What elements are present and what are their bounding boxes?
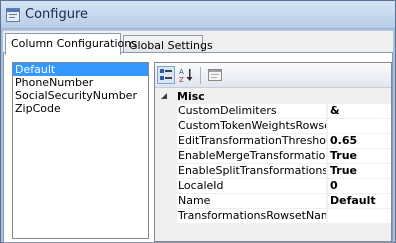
list-item[interactable]: PhoneNumber (13, 76, 148, 89)
property-name[interactable]: EditTransformationThreshold (177, 134, 327, 149)
property-value[interactable]: Default (328, 194, 391, 209)
property-pages-button[interactable] (206, 66, 224, 84)
property-row[interactable]: LocaleId 0 (155, 179, 391, 194)
alphabetical-icon: A Z (179, 68, 193, 83)
property-row-margin (155, 149, 173, 164)
property-name[interactable]: TransformationsRowsetName (177, 209, 327, 224)
property-value[interactable]: & (328, 104, 391, 119)
property-value[interactable] (328, 209, 391, 224)
property-name[interactable]: CustomDelimiters (177, 104, 327, 119)
property-row[interactable]: EditTransformationThreshold 0.65 (155, 134, 391, 149)
property-row-margin (155, 119, 173, 134)
app-window-icon (6, 8, 20, 22)
list-item[interactable]: ZipCode (13, 102, 148, 115)
property-row[interactable]: EnableSplitTransformations True (155, 164, 391, 179)
property-value[interactable]: 0.65 (328, 134, 391, 149)
property-value[interactable]: True (328, 149, 391, 164)
svg-text:A: A (179, 68, 184, 76)
property-grid-body: Misc CustomDelimiters & CustomTokenWeigh… (155, 89, 391, 241)
property-grid: A Z Misc CustomDelimiters & CustomTokenW… (154, 62, 392, 242)
property-row-margin (155, 194, 173, 209)
property-name[interactable]: CustomTokenWeightsRowsetNam (177, 119, 327, 134)
property-grid-toolbar: A Z (155, 63, 391, 88)
list-item[interactable]: SocialSecurityNumber (13, 89, 148, 102)
configure-window: Configure Column Configurations Global S… (0, 0, 396, 243)
property-row-margin (155, 104, 173, 119)
client-area: Column Configurations Global Settings De… (3, 30, 393, 243)
property-row[interactable]: TransformationsRowsetName (155, 209, 391, 224)
property-row-margin (155, 134, 173, 149)
property-row[interactable]: CustomTokenWeightsRowsetNam (155, 119, 391, 134)
property-name[interactable]: EnableMergeTransformations (177, 149, 327, 164)
property-grid-filler (155, 239, 391, 241)
tab-strip: Column Configurations Global Settings (3, 33, 393, 55)
categorized-icon (160, 69, 172, 80)
property-name[interactable]: LocaleId (177, 179, 327, 194)
svg-text:Z: Z (179, 76, 184, 83)
property-row[interactable]: Name Default (155, 194, 391, 209)
alphabetical-button[interactable]: A Z (178, 66, 196, 84)
property-row[interactable]: EnableMergeTransformations True (155, 149, 391, 164)
window-title: Configure (25, 7, 89, 22)
columns-listbox[interactable]: Default PhoneNumber SocialSecurityNumber… (12, 62, 149, 239)
toolbar-separator (200, 67, 201, 84)
tab-column-configurations[interactable]: Column Configurations (5, 33, 137, 55)
property-row-margin (155, 164, 173, 179)
property-row-margin (155, 179, 173, 194)
property-name[interactable]: Name (177, 194, 327, 209)
column-configurations-panel: Default PhoneNumber SocialSecurityNumber… (3, 52, 393, 243)
property-value[interactable]: 0 (328, 179, 391, 194)
category-label: Misc (177, 90, 205, 103)
property-value[interactable]: True (328, 164, 391, 179)
list-item[interactable]: Default (13, 63, 148, 76)
categorized-button[interactable] (157, 66, 175, 84)
property-value[interactable] (328, 119, 391, 134)
property-row-margin (155, 209, 173, 224)
collapse-triangle-icon[interactable] (161, 93, 167, 99)
property-row[interactable]: CustomDelimiters & (155, 104, 391, 119)
property-pages-icon (208, 69, 222, 81)
title-bar[interactable]: Configure (1, 1, 395, 29)
property-name[interactable]: EnableSplitTransformations (177, 164, 327, 179)
category-row-misc[interactable]: Misc (155, 89, 391, 104)
